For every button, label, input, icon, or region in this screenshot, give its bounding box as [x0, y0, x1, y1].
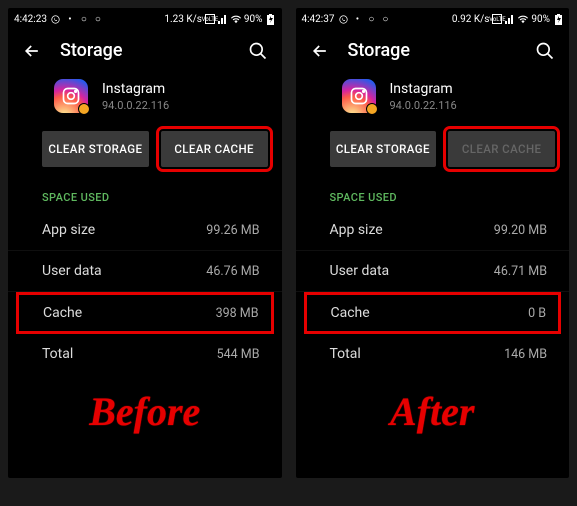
signal-icon	[505, 14, 515, 24]
status-bar: 4:42:37 • ○ ○ 0.92 K/s VoLTE 90%	[296, 8, 570, 30]
row-value: 46.71 MB	[494, 264, 547, 279]
battery-icon	[266, 14, 276, 24]
clear-storage-button[interactable]: CLEAR STORAGE	[330, 131, 437, 167]
app-version: 94.0.0.22.116	[102, 99, 169, 112]
page-title: Storage	[348, 40, 518, 61]
row-value: 146 MB	[504, 347, 547, 362]
status-speed: 0.92 K/s	[452, 14, 490, 25]
dot-icon: ○	[380, 14, 390, 24]
app-info: Instagram 94.0.0.22.116	[8, 75, 282, 131]
app-bar: Storage	[296, 30, 570, 75]
whatsapp-icon	[338, 14, 348, 24]
dot-icon: •	[352, 14, 362, 24]
app-version: 94.0.0.22.116	[390, 99, 457, 112]
caption-before: Before	[8, 388, 282, 435]
dot-icon: ○	[366, 14, 376, 24]
clear-cache-button: CLEAR CACHE	[448, 131, 555, 167]
row-label: App size	[330, 222, 383, 238]
status-speed: 1.23 K/s	[164, 14, 202, 25]
panel-before: 4:42:23 • ○ ○ 1.23 K/s VoLTE 90% Storage…	[8, 8, 282, 478]
row-user-data: User data 46.76 MB	[8, 251, 282, 292]
row-value: 46.76 MB	[206, 264, 259, 279]
battery-icon	[553, 14, 563, 24]
search-icon[interactable]	[248, 41, 268, 61]
status-battery: 90%	[244, 14, 263, 25]
dot-icon: ○	[93, 14, 103, 24]
volte-icon: VoLTE	[492, 14, 502, 24]
signal-icon	[218, 14, 228, 24]
row-app-size: App size 99.20 MB	[296, 210, 570, 251]
row-value: 544 MB	[217, 347, 260, 362]
page-title: Storage	[60, 40, 230, 61]
row-user-data: User data 46.71 MB	[296, 251, 570, 292]
row-label: Total	[42, 346, 73, 362]
volte-icon: VoLTE	[205, 14, 215, 24]
app-name: Instagram	[102, 81, 169, 97]
row-cache: Cache 398 MB	[16, 292, 274, 334]
dot-icon: •	[65, 14, 75, 24]
section-space-used: SPACE USED	[8, 167, 282, 210]
clear-cache-button[interactable]: CLEAR CACHE	[161, 131, 268, 167]
instagram-icon	[54, 79, 88, 113]
wifi-icon	[518, 14, 528, 24]
row-label: Cache	[331, 305, 370, 321]
row-app-size: App size 99.26 MB	[8, 210, 282, 251]
row-label: User data	[42, 263, 102, 279]
app-name: Instagram	[390, 81, 457, 97]
row-label: User data	[330, 263, 390, 279]
search-icon[interactable]	[535, 41, 555, 61]
status-battery: 90%	[531, 14, 550, 25]
row-total: Total 146 MB	[296, 334, 570, 374]
back-icon[interactable]	[22, 41, 42, 61]
caption-after: After	[296, 388, 570, 435]
row-value: 99.20 MB	[494, 223, 547, 238]
app-info: Instagram 94.0.0.22.116	[296, 75, 570, 131]
row-value: 398 MB	[216, 306, 259, 321]
row-total: Total 544 MB	[8, 334, 282, 374]
dot-icon: ○	[79, 14, 89, 24]
row-value: 99.26 MB	[206, 223, 259, 238]
section-space-used: SPACE USED	[296, 167, 570, 210]
row-label: App size	[42, 222, 95, 238]
row-label: Cache	[43, 305, 82, 321]
instagram-icon	[342, 79, 376, 113]
status-time: 4:42:23	[14, 14, 47, 25]
row-cache: Cache 0 B	[304, 292, 562, 334]
row-value: 0 B	[528, 306, 546, 321]
clear-storage-button[interactable]: CLEAR STORAGE	[42, 131, 149, 167]
status-bar: 4:42:23 • ○ ○ 1.23 K/s VoLTE 90%	[8, 8, 282, 30]
wifi-icon	[231, 14, 241, 24]
whatsapp-icon	[51, 14, 61, 24]
app-bar: Storage	[8, 30, 282, 75]
status-time: 4:42:37	[302, 14, 335, 25]
row-label: Total	[330, 346, 361, 362]
panel-after: 4:42:37 • ○ ○ 0.92 K/s VoLTE 90% Storage…	[296, 8, 570, 478]
back-icon[interactable]	[310, 41, 330, 61]
